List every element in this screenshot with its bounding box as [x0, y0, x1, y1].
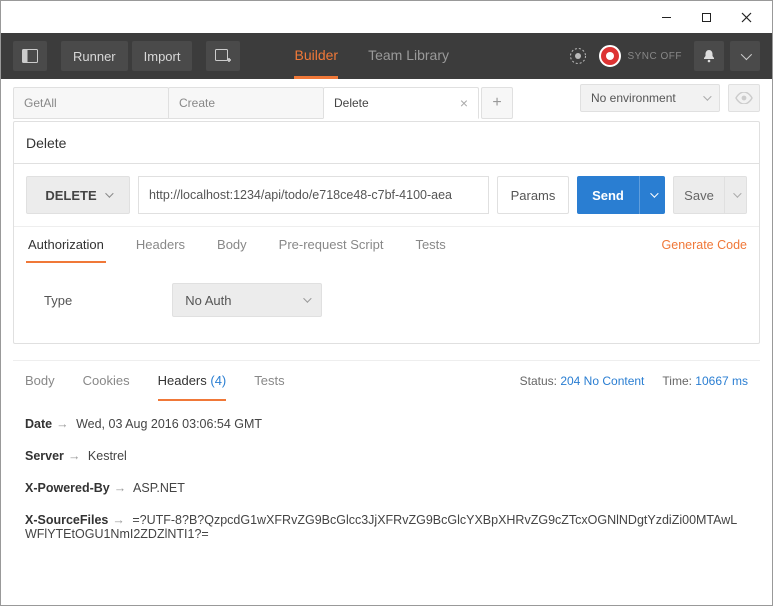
- response-tab-headers[interactable]: Headers (4): [158, 361, 227, 401]
- response-tab-headers-label: Headers: [158, 373, 207, 388]
- auth-type-select[interactable]: No Auth: [172, 283, 322, 317]
- response-tab-cookies[interactable]: Cookies: [83, 361, 130, 401]
- tab-close-button[interactable]: ×: [460, 95, 468, 111]
- response-tab-body[interactable]: Body: [25, 361, 55, 401]
- nav-team-library[interactable]: Team Library: [368, 33, 449, 79]
- auth-type-value: No Auth: [185, 293, 231, 308]
- tab-label: Create: [179, 96, 215, 110]
- settings-dropdown[interactable]: [730, 41, 760, 71]
- chevron-down-icon: [650, 189, 658, 197]
- response-header-row: X-SourceFiles→ =?UTF-8?B?QzpcdG1wXFRvZG9…: [25, 513, 748, 541]
- http-method-label: DELETE: [45, 188, 96, 203]
- environment-select[interactable]: No environment: [580, 84, 720, 112]
- notifications-button[interactable]: [694, 41, 724, 71]
- request-name[interactable]: Delete: [14, 122, 759, 164]
- response-header-row: X-Powered-By→ ASP.NET: [25, 481, 748, 495]
- response-headers-list: Date→ Wed, 03 Aug 2016 03:06:54 GMT Serve…: [13, 401, 760, 575]
- response-headers-count: (4): [210, 373, 226, 388]
- save-button[interactable]: Save: [673, 176, 725, 214]
- response-status: Status: 204 No Content: [520, 374, 645, 388]
- bell-icon: [702, 49, 716, 63]
- generate-code-link[interactable]: Generate Code: [662, 227, 747, 263]
- params-button[interactable]: Params: [497, 176, 569, 214]
- chevron-down-icon: [105, 189, 113, 197]
- chevron-down-icon: [733, 189, 741, 197]
- environment-label: No environment: [591, 91, 676, 105]
- tab-delete[interactable]: Delete ×: [323, 87, 479, 119]
- sync-label: SYNC OFF: [627, 51, 682, 62]
- url-input[interactable]: [138, 176, 489, 214]
- window-close-button[interactable]: [726, 3, 766, 31]
- tab-getall[interactable]: GetAll: [13, 87, 169, 119]
- interceptor-icon[interactable]: [563, 41, 593, 71]
- subtab-body[interactable]: Body: [215, 227, 249, 263]
- response-header-row: Date→ Wed, 03 Aug 2016 03:06:54 GMT: [25, 417, 748, 431]
- subtab-authorization[interactable]: Authorization: [26, 227, 106, 263]
- window-plus-icon: [215, 49, 231, 63]
- subtab-prerequest[interactable]: Pre-request Script: [277, 227, 386, 263]
- response-time: Time: 10667 ms: [662, 374, 748, 388]
- import-button[interactable]: Import: [132, 41, 193, 71]
- tab-add-button[interactable]: +: [481, 87, 513, 119]
- window-maximize-button[interactable]: [686, 3, 726, 31]
- nav-builder[interactable]: Builder: [294, 33, 338, 79]
- chevron-down-icon: [303, 294, 311, 302]
- save-dropdown[interactable]: [725, 176, 747, 214]
- tab-label: GetAll: [24, 96, 57, 110]
- response-header-row: Server→ Kestrel: [25, 449, 748, 463]
- sync-status-icon[interactable]: [599, 45, 621, 67]
- subtab-headers[interactable]: Headers: [134, 227, 187, 263]
- eye-icon: [735, 92, 753, 104]
- chevron-down-icon: [703, 92, 711, 100]
- toggle-sidebar-button[interactable]: [13, 41, 47, 71]
- response-tab-tests[interactable]: Tests: [254, 361, 284, 401]
- new-window-button[interactable]: [206, 41, 240, 71]
- auth-type-label: Type: [44, 293, 72, 308]
- environment-quicklook-button[interactable]: [728, 84, 760, 112]
- http-method-select[interactable]: DELETE: [26, 176, 130, 214]
- tab-create[interactable]: Create: [168, 87, 324, 119]
- panel-icon: [22, 49, 38, 63]
- window-minimize-button[interactable]: [646, 3, 686, 31]
- subtab-tests[interactable]: Tests: [413, 227, 447, 263]
- tab-label: Delete: [334, 96, 369, 110]
- send-dropdown[interactable]: [639, 176, 665, 214]
- runner-button[interactable]: Runner: [61, 41, 128, 71]
- send-button[interactable]: Send: [577, 176, 639, 214]
